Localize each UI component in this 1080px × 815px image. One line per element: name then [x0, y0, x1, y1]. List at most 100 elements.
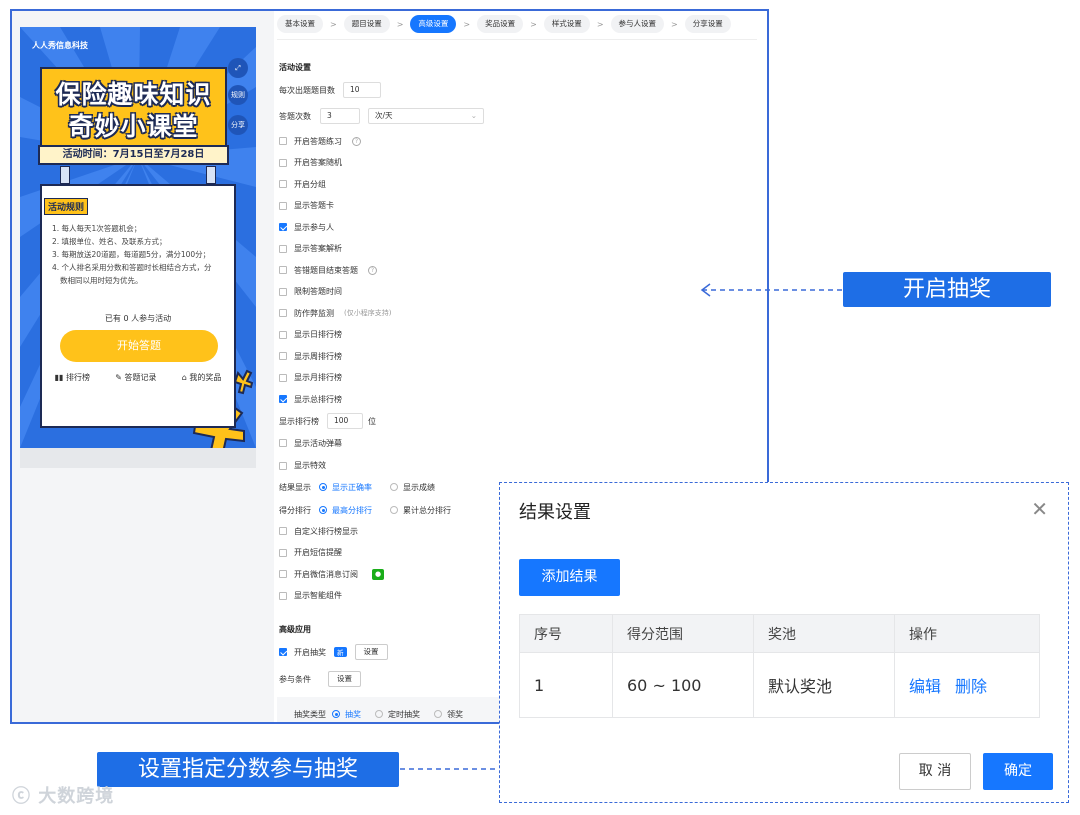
confirm-button[interactable]: 确定	[983, 753, 1053, 790]
tab-questions[interactable]: 题目设置	[343, 15, 390, 33]
option-checkbox[interactable]	[279, 330, 287, 339]
option-label: 显示智能组件	[294, 591, 342, 600]
col-prize-pool: 奖池	[753, 614, 895, 653]
lottery-setting-button[interactable]: 设置	[354, 644, 388, 660]
add-result-button[interactable]: 添加结果	[519, 559, 620, 596]
tab-share[interactable]: 分享设置	[684, 15, 731, 33]
option-checkbox[interactable]	[279, 158, 287, 167]
col-actions: 操作	[894, 614, 1040, 653]
new-badge: 新	[334, 647, 347, 657]
option-row: 开启答题练习?	[279, 134, 361, 148]
edit-link[interactable]: 编辑	[909, 677, 941, 696]
help-icon[interactable]: ?	[368, 265, 377, 275]
option-label: 答错题目结束答题	[294, 265, 358, 275]
answers-input[interactable]: 3	[320, 108, 360, 124]
option-checkbox[interactable]	[279, 461, 287, 470]
bar-chart-icon: ▮▮	[54, 373, 66, 382]
rules-side-button[interactable]: 规则	[228, 85, 248, 105]
rules-card: 活动规则 1. 每人每天1次答题机会； 2. 填报单位、姓名、及联系方式； 3.…	[40, 184, 236, 428]
lottery-type-row: 抽奖类型 抽奖 定时抽奖 领奖	[294, 707, 463, 721]
result-radio-score[interactable]	[390, 483, 398, 491]
option-checkbox[interactable]	[279, 548, 287, 557]
lottery-type-draw: 抽奖	[345, 709, 361, 719]
option-row: 显示总排行榜	[279, 392, 342, 406]
tab-basic[interactable]: 基本设置	[277, 15, 323, 33]
option-row: 开启答案随机	[279, 156, 342, 170]
col-index: 序号	[519, 614, 613, 653]
lottery-row: 开启抽奖 新 设置	[279, 644, 388, 660]
option-row: 显示特效	[279, 459, 326, 473]
lottery-type-radio-draw[interactable]	[332, 710, 340, 718]
my-prizes-link[interactable]: ⌂ 我的奖品	[182, 372, 222, 383]
lottery-type-label: 抽奖类型	[294, 709, 326, 719]
option-checkbox[interactable]	[279, 591, 287, 600]
option-checkbox[interactable]	[279, 309, 287, 317]
rank-count-row: 显示排行榜 100 位	[279, 413, 376, 429]
tab-prizes[interactable]: 奖品设置	[477, 15, 524, 33]
board-post	[60, 166, 70, 184]
rank-label: 显示排行榜	[279, 416, 319, 426]
start-quiz-button[interactable]: 开始答题	[60, 330, 218, 362]
option-label: 开启短信提醒	[294, 548, 342, 557]
condition-row: 参与条件 设置	[279, 671, 361, 687]
option-checkbox[interactable]	[279, 244, 287, 253]
questions-input[interactable]: 10	[343, 82, 381, 98]
fullscreen-icon[interactable]: ⤢	[228, 58, 248, 78]
delete-link[interactable]: 删除	[955, 677, 987, 696]
option-row: 显示答案解析	[279, 242, 342, 256]
rank-input[interactable]: 100	[327, 413, 363, 429]
callout-score: 设置指定分数参与抽奖	[97, 752, 399, 787]
callout-lottery: 开启抽奖	[843, 272, 1051, 307]
option-checkbox[interactable]	[279, 352, 287, 360]
option-checkbox[interactable]	[279, 201, 287, 210]
dialog-title: 结果设置	[519, 502, 591, 523]
option-checkbox[interactable]	[279, 266, 287, 274]
poster-footer	[20, 448, 256, 468]
result-settings-dialog: 结果设置 ✕ 添加结果 序号 得分范围 奖池 操作 1 60 ~ 100 默认奖…	[499, 482, 1069, 803]
tab-separator: >	[396, 19, 404, 29]
option-row: 显示答题卡	[279, 199, 334, 213]
cell-index: 1	[519, 652, 613, 718]
close-icon[interactable]: ✕	[1031, 497, 1048, 521]
option-row: 显示日排行榜	[279, 328, 342, 342]
option-row: 开启分组	[279, 177, 326, 191]
result-radio-accuracy[interactable]	[319, 483, 327, 491]
option-label: 开启分组	[294, 179, 326, 189]
score-rank-row: 得分排行 最高分排行 累计总分排行	[279, 503, 451, 517]
option-checkbox[interactable]	[279, 395, 287, 403]
option-checkbox[interactable]	[279, 373, 287, 382]
lottery-type-claim: 领奖	[447, 709, 463, 719]
option-row: 开启短信提醒	[279, 546, 342, 560]
option-checkbox[interactable]	[279, 439, 287, 447]
option-checkbox[interactable]	[279, 527, 287, 535]
condition-setting-button[interactable]: 设置	[328, 671, 361, 687]
lottery-checkbox[interactable]	[279, 648, 287, 656]
questions-label: 每次出题题目数	[279, 85, 335, 95]
option-checkbox[interactable]	[279, 570, 287, 578]
option-checkbox[interactable]	[279, 223, 287, 231]
records-link[interactable]: ✎ 答题记录	[115, 372, 156, 383]
settings-tabs: 基本设置 > 题目设置 > 高级设置 > 奖品设置 > 样式设置 > 参与人设置…	[277, 14, 731, 34]
lottery-type-radio-claim[interactable]	[434, 710, 442, 718]
title-board: 保险趣味知识 奇妙小课堂	[40, 67, 227, 151]
leaderboard-link[interactable]: ▮▮ 排行榜	[55, 372, 90, 383]
tab-advanced[interactable]: 高级设置	[410, 15, 457, 33]
option-label: 开启答题练习	[294, 136, 342, 146]
lottery-type-radio-timed[interactable]	[375, 710, 383, 718]
option-row: 自定义排行榜显示	[279, 524, 358, 538]
cancel-button[interactable]: 取 消	[899, 753, 971, 790]
score-radio-highest[interactable]	[319, 506, 327, 514]
score-opt-total: 累计总分排行	[403, 505, 451, 515]
option-checkbox[interactable]	[279, 287, 287, 296]
share-side-button[interactable]: 分享	[228, 115, 248, 135]
option-checkbox[interactable]	[279, 180, 287, 188]
answers-unit-select[interactable]: 次/天 ⌄	[368, 108, 484, 124]
tab-separator: >	[671, 19, 678, 29]
help-icon[interactable]: ?	[352, 136, 361, 146]
tab-style[interactable]: 样式设置	[543, 15, 590, 33]
activity-poster-preview: 人人秀信息科技 ⤢ 规则 分享 保险趣味知识 奇妙小课堂 活动时间：7月15日至…	[20, 27, 256, 448]
option-checkbox[interactable]	[279, 137, 287, 145]
option-row: 显示智能组件	[279, 589, 342, 603]
score-radio-total[interactable]	[390, 506, 398, 514]
tab-participants[interactable]: 参与人设置	[610, 15, 665, 33]
